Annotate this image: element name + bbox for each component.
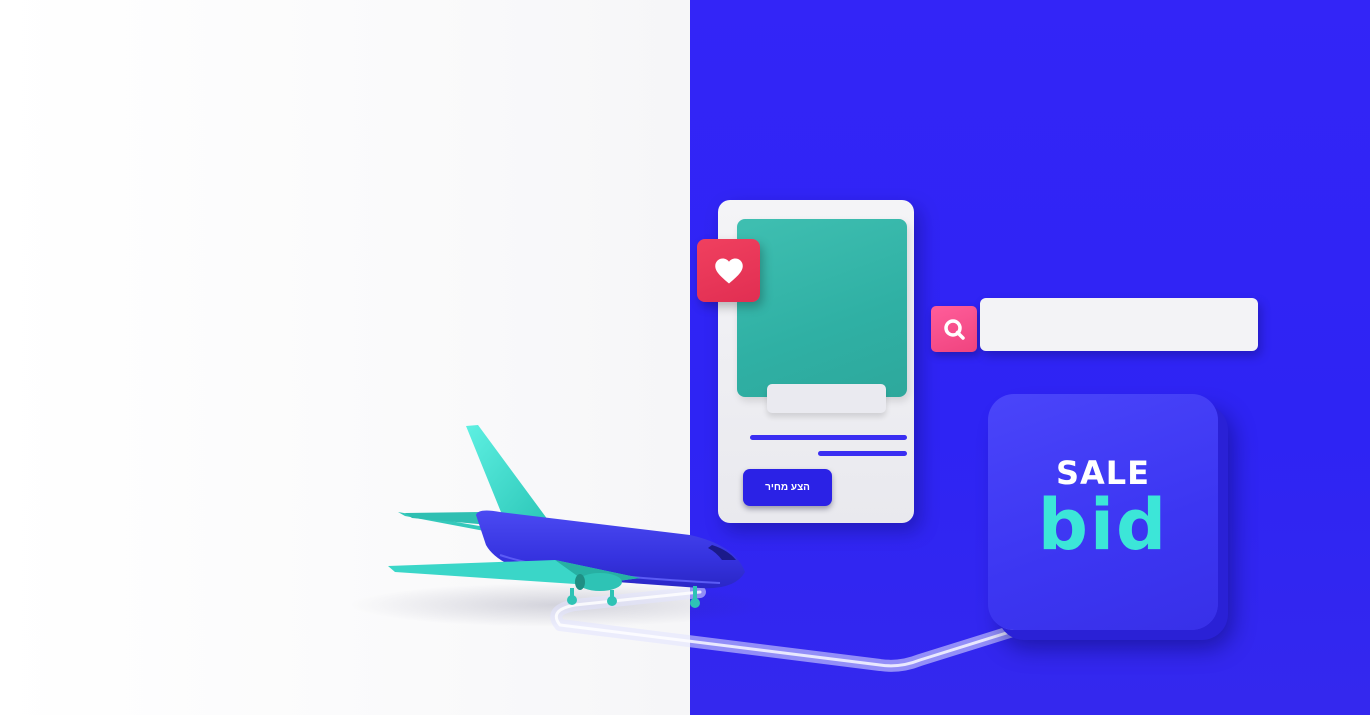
bid-logo: bid bbox=[1037, 484, 1169, 566]
left-background bbox=[0, 0, 690, 715]
favorite-button[interactable] bbox=[697, 239, 760, 302]
product-title-placeholder bbox=[767, 384, 886, 413]
description-line bbox=[818, 451, 907, 456]
description-line bbox=[750, 435, 907, 440]
search-button[interactable] bbox=[931, 306, 977, 352]
search-input[interactable] bbox=[980, 298, 1258, 351]
product-image-placeholder bbox=[737, 219, 907, 397]
search-icon bbox=[944, 319, 965, 340]
place-bid-button[interactable]: הצע מחיר bbox=[743, 469, 832, 506]
heart-icon bbox=[714, 258, 743, 283]
sale-tile[interactable]: SALE bid bbox=[988, 394, 1218, 630]
